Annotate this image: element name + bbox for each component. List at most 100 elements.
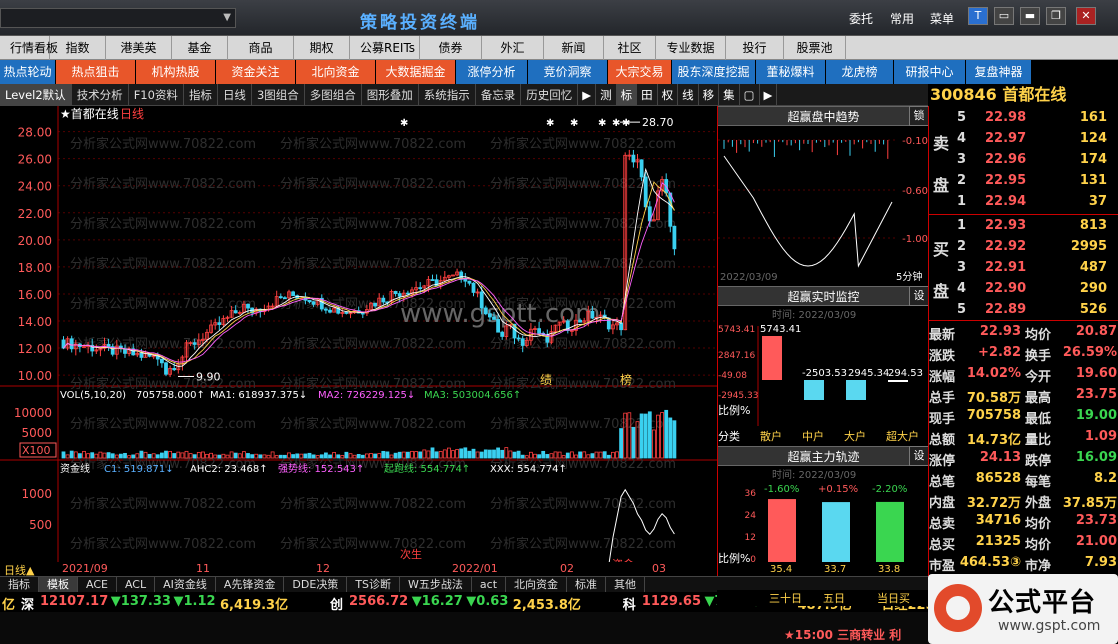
minimize-icon[interactable]: ▬: [1020, 7, 1040, 25]
event-marker: 榜: [620, 372, 632, 387]
feature-item[interactable]: 研报中心: [894, 60, 966, 84]
toolbar-item[interactable]: F10资料: [129, 84, 184, 106]
feature-item[interactable]: 北向资金: [296, 60, 376, 84]
toolbar-tab-icon[interactable]: 田: [637, 84, 658, 106]
menu-item[interactable]: 商品: [228, 36, 294, 60]
feature-item[interactable]: 热点轮动: [0, 60, 56, 84]
indicator-tab[interactable]: 标准: [567, 577, 607, 593]
toolbar-tab-icon[interactable]: ▶: [760, 84, 778, 106]
feature-item[interactable]: 股东深度挖掘: [672, 60, 756, 84]
feature-item[interactable]: 竞价洞察: [528, 60, 608, 84]
menu-item[interactable]: 债券: [420, 36, 482, 60]
toolbar-tab-icon[interactable]: ▶: [578, 84, 597, 106]
feature-item[interactable]: 复盘神器: [966, 60, 1032, 84]
toolbar-item[interactable]: 指标: [184, 84, 218, 106]
period-tab[interactable]: 三十日: [769, 590, 802, 606]
candle-body: [360, 312, 365, 315]
lock-button[interactable]: 锁: [909, 106, 929, 126]
feature-item[interactable]: 热点狙击: [56, 60, 136, 84]
toolbar-item[interactable]: 备忘录: [476, 84, 522, 106]
toolbar-item[interactable]: Level2默认: [0, 84, 72, 106]
time-tick: 2021/09: [62, 562, 108, 575]
vol-bar: [541, 450, 546, 459]
vol-bar: [565, 452, 570, 459]
feature-item[interactable]: 大数据掘金: [376, 60, 456, 84]
stat-value: 22.93: [979, 324, 1021, 339]
link-menu[interactable]: 菜单: [930, 10, 954, 27]
menu-item[interactable]: 新闻: [544, 36, 604, 60]
feature-item[interactable]: 董秘爆料: [756, 60, 826, 84]
toolbar-tab-icon[interactable]: 权: [658, 84, 679, 106]
toolbar-item[interactable]: 技术分析: [72, 84, 129, 106]
toolbar-item[interactable]: 历史回忆: [521, 84, 579, 106]
toolbar-tab-icon[interactable]: 测: [596, 84, 617, 106]
indicator-tab[interactable]: ACL: [117, 577, 156, 593]
indicator-tab[interactable]: W五步战法: [400, 577, 472, 593]
indicator-tab[interactable]: act: [472, 577, 507, 593]
period-tab[interactable]: 当日买: [877, 590, 910, 606]
toolbar-item[interactable]: 图形叠加: [362, 84, 419, 106]
menu-item[interactable]: 港美英: [106, 36, 172, 60]
event-star-icon: ✱: [570, 118, 578, 129]
maximize-icon[interactable]: ❐: [1046, 7, 1066, 25]
indicator-tab[interactable]: 北向资金: [506, 577, 568, 593]
vol-bar: [385, 451, 390, 459]
vol-bar: [159, 452, 164, 459]
feature-item[interactable]: 龙虎榜: [826, 60, 894, 84]
toolbar-item[interactable]: 系统指示: [419, 84, 476, 106]
kline-svg[interactable]: 28.00 26.00 24.00 22.00 20.00 18.00 16.00 14.00…: [0, 106, 717, 592]
candle-body: [246, 303, 250, 309]
feature-item[interactable]: 涨停分析: [456, 60, 528, 84]
indicator-tab[interactable]: 指标: [0, 577, 39, 593]
vol-bar: [278, 454, 283, 459]
menu-item[interactable]: 外汇: [482, 36, 544, 60]
menu-item[interactable]: 专业数据: [656, 36, 726, 60]
realtime-chart: 时间: 2022/03/09 5743.41 2847.16 -49.08 -2945.…: [718, 306, 929, 446]
candle-body: [373, 302, 378, 307]
toolbar-item[interactable]: 日线: [218, 84, 252, 106]
menu-item[interactable]: 指数: [50, 36, 106, 60]
feature-item[interactable]: 大宗交易: [608, 60, 672, 84]
stat-label: 均价: [1025, 328, 1052, 343]
indicator-tab[interactable]: 模板: [39, 577, 78, 593]
menu-item[interactable]: 社区: [604, 36, 656, 60]
indicator-tab[interactable]: DDE决策: [284, 577, 348, 593]
t-icon[interactable]: T: [968, 7, 988, 25]
event-star-icon: ✱: [598, 118, 606, 129]
menu-item[interactable]: 行情看板: [0, 36, 58, 60]
toolbar-tab-icon[interactable]: 线: [678, 84, 699, 106]
toolbar-tab-icon[interactable]: 移: [699, 84, 720, 106]
link-entrust[interactable]: 委托: [849, 10, 873, 27]
toolbar-item[interactable]: 3图组合: [252, 84, 305, 106]
toolbar-item[interactable]: 多图组合: [305, 84, 362, 106]
feature-item[interactable]: 资金关注: [216, 60, 296, 84]
indicator-tab[interactable]: TS诊断: [347, 577, 401, 593]
menu-item[interactable]: 基金: [172, 36, 228, 60]
menu-item[interactable]: 期权: [294, 36, 350, 60]
restore-icon[interactable]: ▭: [994, 7, 1014, 25]
candle-body: [471, 282, 476, 293]
vol-bar: [233, 452, 238, 459]
indicator-tab[interactable]: A先锋资金: [216, 577, 285, 593]
track-bar: [768, 499, 796, 562]
toolbar-tab-icon[interactable]: ▢: [740, 84, 760, 106]
menu-item[interactable]: 股票池: [784, 36, 846, 60]
indicator-tab[interactable]: ACE: [78, 577, 117, 593]
indicator-tab[interactable]: AI资金线: [155, 577, 216, 593]
feature-item[interactable]: 机构热股: [136, 60, 216, 84]
stat-label: 总额: [929, 433, 956, 448]
account-dropdown[interactable]: ▼: [0, 8, 236, 28]
toolbar-tab-icon[interactable]: 集: [719, 84, 740, 106]
realtime-settings-button[interactable]: 设: [909, 286, 929, 306]
track-settings-button[interactable]: 设: [909, 446, 929, 466]
stock-header: 300846 首都在线: [928, 84, 1118, 106]
main-chart[interactable]: 28.00 26.00 24.00 22.00 20.00 18.00 16.00 14.00…: [0, 106, 717, 592]
candle-body: [672, 225, 677, 250]
close-icon[interactable]: ✕: [1076, 7, 1096, 25]
period-tab[interactable]: 五日: [823, 590, 845, 606]
indicator-tab[interactable]: 其他: [606, 577, 646, 593]
menu-item[interactable]: 投行: [726, 36, 784, 60]
toolbar-tab-icon[interactable]: 标: [616, 84, 638, 106]
menu-item[interactable]: 公募REITs: [350, 36, 420, 60]
link-common[interactable]: 常用: [890, 10, 914, 27]
